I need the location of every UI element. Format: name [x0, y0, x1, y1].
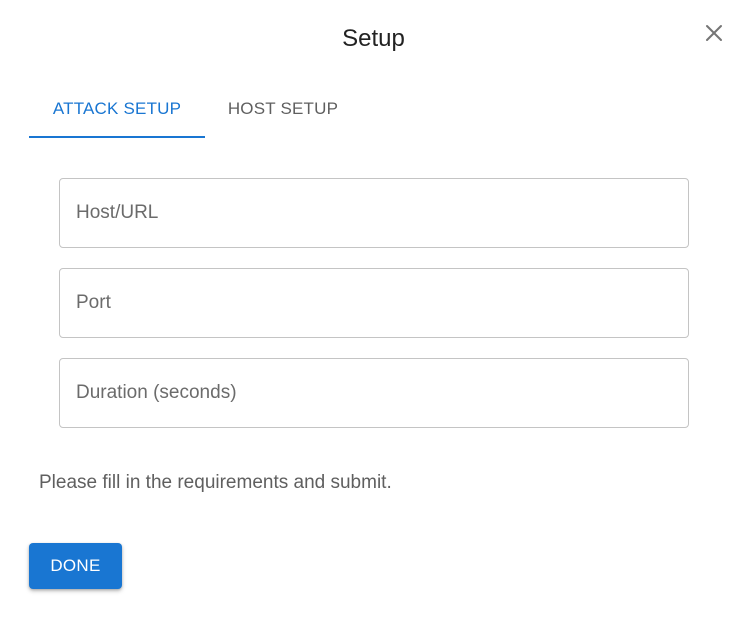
port-input[interactable] [60, 269, 688, 337]
tab-bar: ATTACK SETUP HOST SETUP [29, 80, 361, 138]
duration-input[interactable] [60, 359, 688, 427]
tab-label: HOST SETUP [227, 99, 339, 118]
host-url-field-container [59, 178, 689, 248]
port-field-container [59, 268, 689, 338]
duration-field-container [59, 358, 689, 428]
setup-dialog: Setup ATTACK SETUP HOST SETUP Please fil… [0, 0, 747, 618]
tab-label: ATTACK SETUP [52, 99, 182, 118]
dialog-title: Setup [342, 25, 405, 52]
host-url-input[interactable] [60, 179, 688, 247]
tab-attack-setup[interactable]: ATTACK SETUP [29, 80, 205, 138]
done-button[interactable]: DONE [29, 543, 122, 589]
close-button[interactable] [698, 17, 730, 49]
close-icon [704, 23, 724, 43]
instruction-message: Please fill in the requirements and subm… [39, 472, 392, 493]
tab-host-setup[interactable]: HOST SETUP [205, 80, 361, 138]
